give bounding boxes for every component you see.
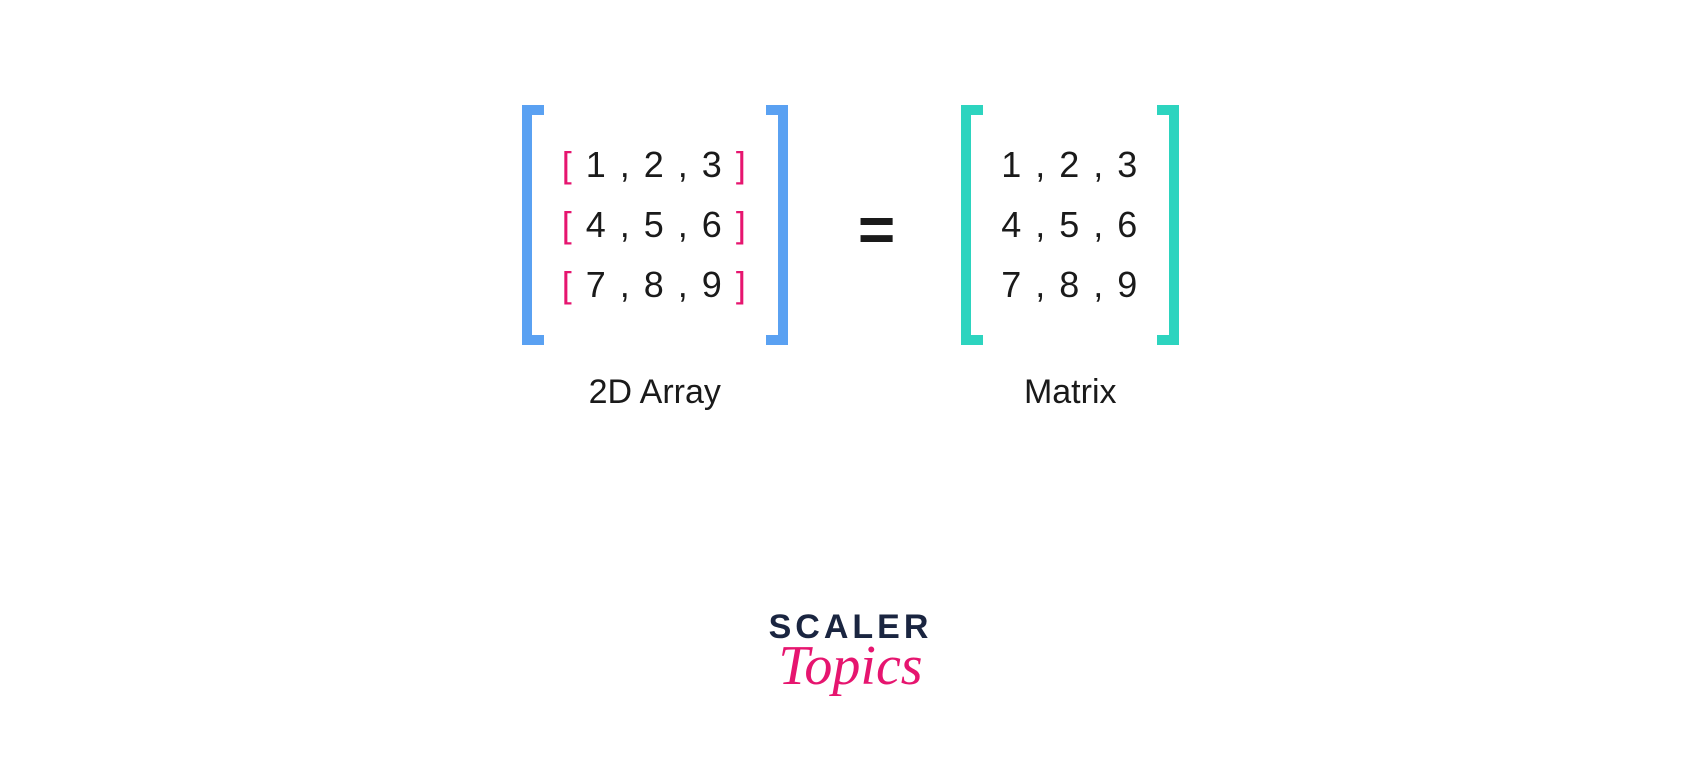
inner-bracket-close-icon: ] <box>736 144 748 185</box>
row-values: 4 , 5 , 6 <box>574 204 736 245</box>
array2d-group: [ 1 , 2 , 3 ] [ 4 , 5 , 6 ] [ 7 , 8 , 9 … <box>522 105 788 412</box>
array2d-rows: [ 1 , 2 , 3 ] [ 4 , 5 , 6 ] [ 7 , 8 , 9 … <box>544 105 766 345</box>
array2d-row: [ 7 , 8 , 9 ] <box>562 264 748 306</box>
matrix-rows: 1 , 2 , 3 4 , 5 , 6 7 , 8 , 9 <box>983 105 1157 345</box>
equals-sign: = <box>858 192 891 266</box>
row-values: 1 , 2 , 3 <box>574 144 736 185</box>
row-values: 7 , 8 , 9 <box>574 264 736 305</box>
inner-bracket-open-icon: [ <box>562 204 574 245</box>
matrix-row: 4 , 5 , 6 <box>1001 204 1139 246</box>
matrix-box: 1 , 2 , 3 4 , 5 , 6 7 , 8 , 9 <box>961 105 1179 345</box>
matrix-row: 7 , 8 , 9 <box>1001 264 1139 306</box>
outer-bracket-right-icon <box>766 105 788 345</box>
diagram-container: [ 1 , 2 , 3 ] [ 4 , 5 , 6 ] [ 7 , 8 , 9 … <box>0 0 1701 412</box>
outer-bracket-left-icon <box>961 105 983 345</box>
outer-bracket-right-icon <box>1157 105 1179 345</box>
outer-bracket-left-icon <box>522 105 544 345</box>
matrix-row: 1 , 2 , 3 <box>1001 144 1139 186</box>
matrix-group: 1 , 2 , 3 4 , 5 , 6 7 , 8 , 9 Matrix <box>961 105 1179 412</box>
inner-bracket-close-icon: ] <box>736 204 748 245</box>
inner-bracket-close-icon: ] <box>736 264 748 305</box>
array2d-row: [ 4 , 5 , 6 ] <box>562 204 748 246</box>
brand-logo: SCALER Topics <box>769 610 933 694</box>
array2d-row: [ 1 , 2 , 3 ] <box>562 144 748 186</box>
array2d-label: 2D Array <box>589 373 721 412</box>
logo-sub-text: Topics <box>769 638 933 694</box>
matrix-label: Matrix <box>1024 373 1117 412</box>
array2d-box: [ 1 , 2 , 3 ] [ 4 , 5 , 6 ] [ 7 , 8 , 9 … <box>522 105 788 345</box>
inner-bracket-open-icon: [ <box>562 144 574 185</box>
inner-bracket-open-icon: [ <box>562 264 574 305</box>
